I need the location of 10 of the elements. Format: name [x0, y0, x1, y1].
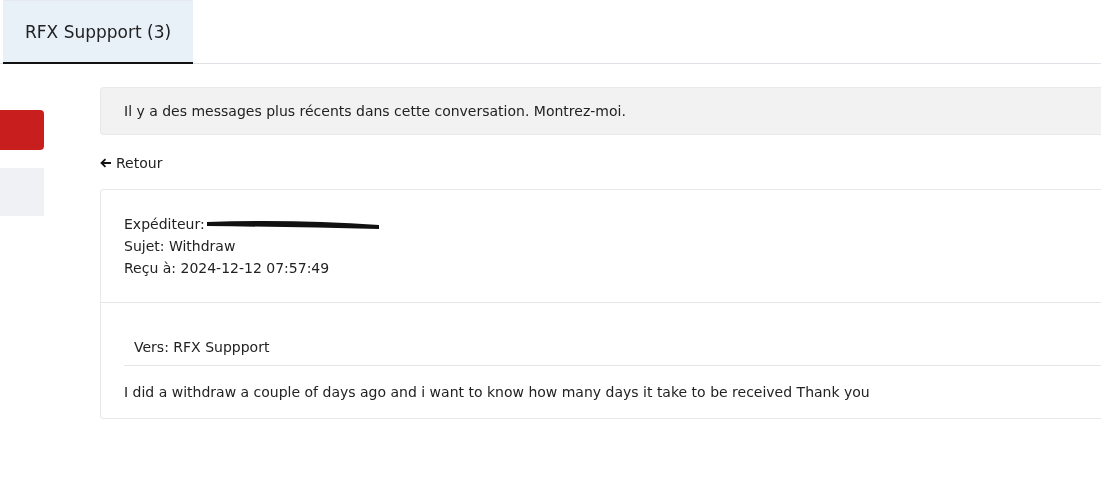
- notice-text[interactable]: Il y a des messages plus récents dans cette conversation. Montrez-moi.: [124, 103, 626, 119]
- message-body: I did a withdraw a couple of days ago and i want to know how many days it take to be received Thank you: [124, 383, 871, 400]
- sidebar-button[interactable]: [0, 110, 44, 150]
- received-date: Reçu à: 2024-12-12 07:57:49: [124, 259, 331, 278]
- back-link[interactable]: Retour: [100, 155, 163, 171]
- tab[interactable]: RFX Suppport (3): [3, 0, 194, 64]
- sender-label: Expéditeur:: [124, 215, 205, 234]
- recipient-text: Vers: RFX Suppport: [124, 339, 1101, 366]
- subject-text: Sujet: Withdraw: [124, 237, 237, 256]
- arrow-left-icon: [100, 158, 112, 168]
